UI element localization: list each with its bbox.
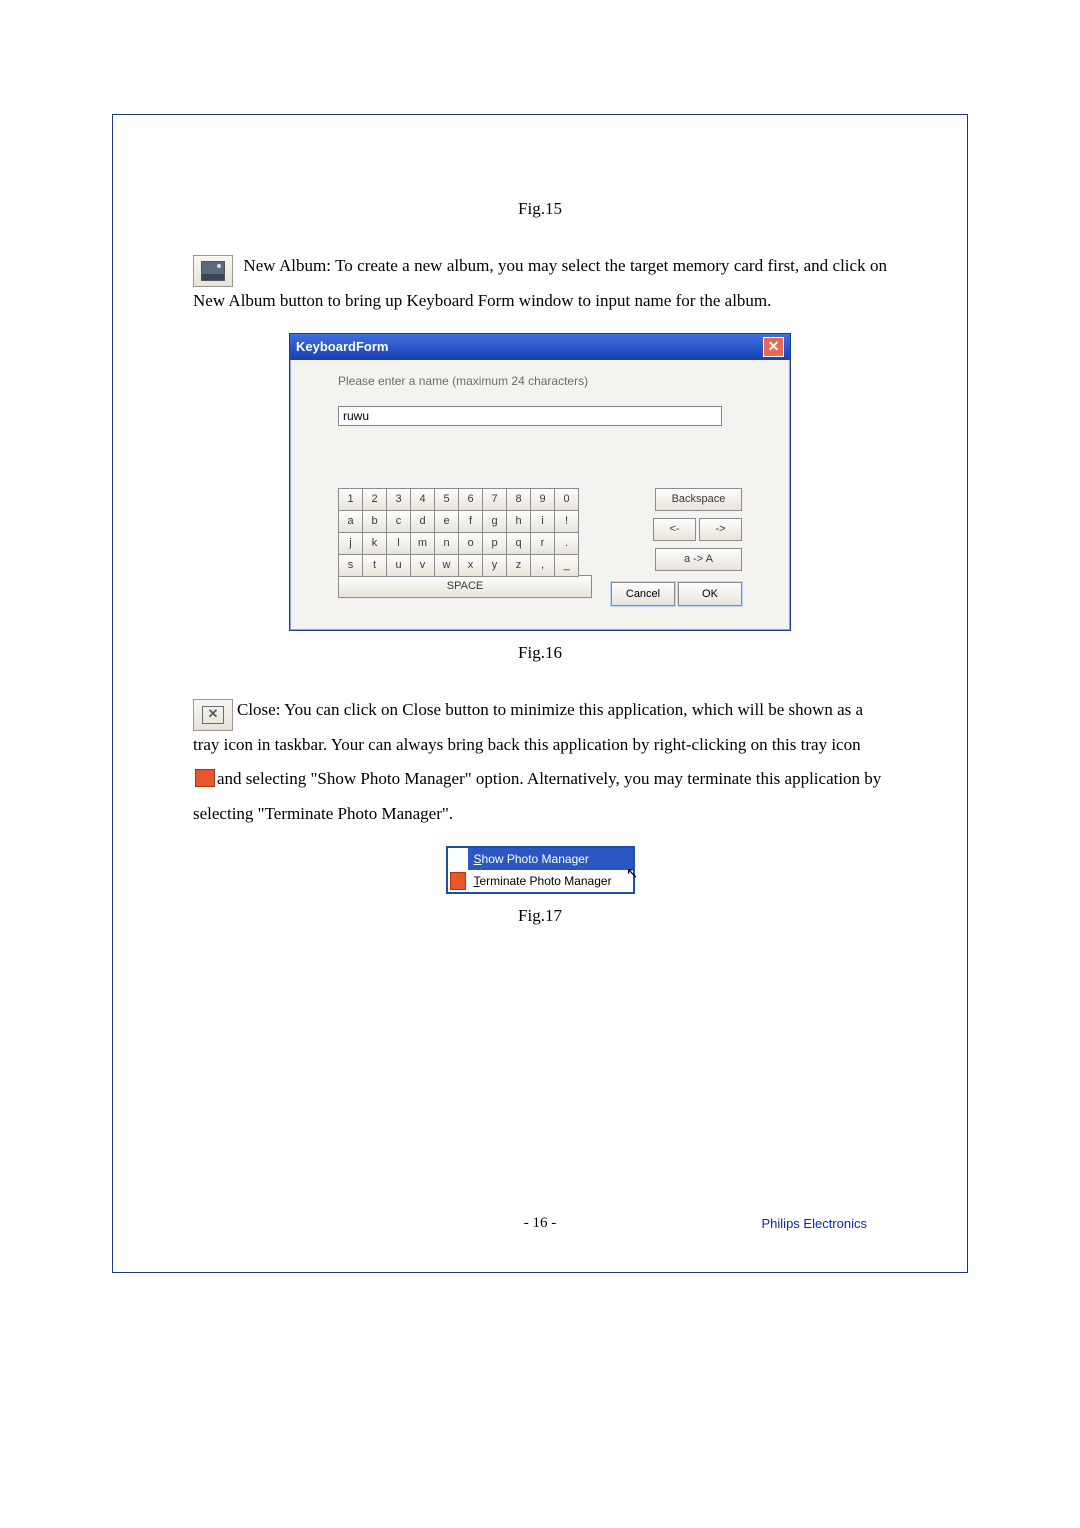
new-album-icon xyxy=(193,255,233,287)
new-album-paragraph: New Album: To create a new album, you ma… xyxy=(193,249,887,319)
tray-icon-small xyxy=(450,872,466,890)
key-backspace[interactable]: Backspace xyxy=(655,488,742,511)
key-c[interactable]: c xyxy=(386,510,411,533)
key-l[interactable]: l xyxy=(386,532,411,555)
key-p[interactable]: p xyxy=(482,532,507,555)
picture-icon xyxy=(201,261,225,281)
key-8[interactable]: 8 xyxy=(506,488,531,511)
key-,[interactable]: , xyxy=(530,554,555,577)
new-album-text: New Album: To create a new album, you ma… xyxy=(193,256,887,310)
tray-context-menu: Show Photo Manager Terminate Photo Manag… xyxy=(446,846,635,894)
key-y[interactable]: y xyxy=(482,554,507,577)
key-d[interactable]: d xyxy=(410,510,435,533)
key-0[interactable]: 0 xyxy=(554,488,579,511)
figure-17-caption: Fig.17 xyxy=(193,906,887,926)
key-b[interactable]: b xyxy=(362,510,387,533)
album-name-input[interactable] xyxy=(338,406,722,426)
key-9[interactable]: 9 xyxy=(530,488,555,511)
key-.[interactable]: . xyxy=(554,532,579,555)
key-v[interactable]: v xyxy=(410,554,435,577)
key-z[interactable]: z xyxy=(506,554,531,577)
keyboard-form-window: KeyboardForm ✕ Please enter a name (maxi… xyxy=(289,333,791,631)
key-x[interactable]: x xyxy=(458,554,483,577)
x-icon: ✕ xyxy=(202,706,224,724)
cursor-icon: ↖ xyxy=(626,864,639,882)
figure-15-caption: Fig.15 xyxy=(193,199,887,219)
close-text-part2: and selecting "Show Photo Manager" optio… xyxy=(193,769,881,823)
keyboard-form-title: KeyboardForm xyxy=(296,339,388,354)
key-o[interactable]: o xyxy=(458,532,483,555)
key-w[interactable]: w xyxy=(434,554,459,577)
key-n[interactable]: n xyxy=(434,532,459,555)
key-g[interactable]: g xyxy=(482,510,507,533)
menu-item-terminate-photo-manager[interactable]: Terminate Photo Manager xyxy=(448,870,633,892)
key-r[interactable]: r xyxy=(530,532,555,555)
figure-16-caption: Fig.16 xyxy=(193,643,887,663)
key-h[interactable]: h xyxy=(506,510,531,533)
page-number: - 16 - xyxy=(524,1215,557,1232)
key-6[interactable]: 6 xyxy=(458,488,483,511)
key-7[interactable]: 7 xyxy=(482,488,507,511)
close-icon: ✕ xyxy=(193,699,233,731)
key-u[interactable]: u xyxy=(386,554,411,577)
key-1[interactable]: 1 xyxy=(338,488,363,511)
key-i[interactable]: i xyxy=(530,510,555,533)
cancel-button[interactable]: Cancel xyxy=(611,582,675,606)
key-m[interactable]: m xyxy=(410,532,435,555)
key-3[interactable]: 3 xyxy=(386,488,411,511)
close-text-part1: Close: You can click on Close button to … xyxy=(193,700,863,754)
key-![interactable]: ! xyxy=(554,510,579,533)
close-paragraph: ✕ Close: You can click on Close button t… xyxy=(193,693,887,832)
company-footer: Philips Electronics xyxy=(762,1216,868,1231)
keyboard-form-prompt: Please enter a name (maximum 24 characte… xyxy=(338,374,742,388)
key-e[interactable]: e xyxy=(434,510,459,533)
ok-button[interactable]: OK xyxy=(678,582,742,606)
key-2[interactable]: 2 xyxy=(362,488,387,511)
key-k[interactable]: k xyxy=(362,532,387,555)
key-4[interactable]: 4 xyxy=(410,488,435,511)
onscreen-keyboard: 1234567890 abcdefghi! jklmnopqr. stuvwxy… xyxy=(338,488,592,598)
key-j[interactable]: j xyxy=(338,532,363,555)
key-a[interactable]: a xyxy=(338,510,363,533)
key-s[interactable]: s xyxy=(338,554,363,577)
keyboard-form-titlebar: KeyboardForm ✕ xyxy=(290,334,790,360)
key-space[interactable]: SPACE xyxy=(338,575,592,598)
window-close-button[interactable]: ✕ xyxy=(763,337,784,357)
key-f[interactable]: f xyxy=(458,510,483,533)
key-cursor-right[interactable]: -> xyxy=(699,518,742,541)
tray-icon xyxy=(195,769,215,787)
key-5[interactable]: 5 xyxy=(434,488,459,511)
key-shift[interactable]: a -> A xyxy=(655,548,742,571)
key-t[interactable]: t xyxy=(362,554,387,577)
key-_[interactable]: _ xyxy=(554,554,579,577)
key-cursor-left[interactable]: <- xyxy=(653,518,696,541)
menu-item-show-photo-manager[interactable]: Show Photo Manager xyxy=(448,848,633,870)
key-q[interactable]: q xyxy=(506,532,531,555)
